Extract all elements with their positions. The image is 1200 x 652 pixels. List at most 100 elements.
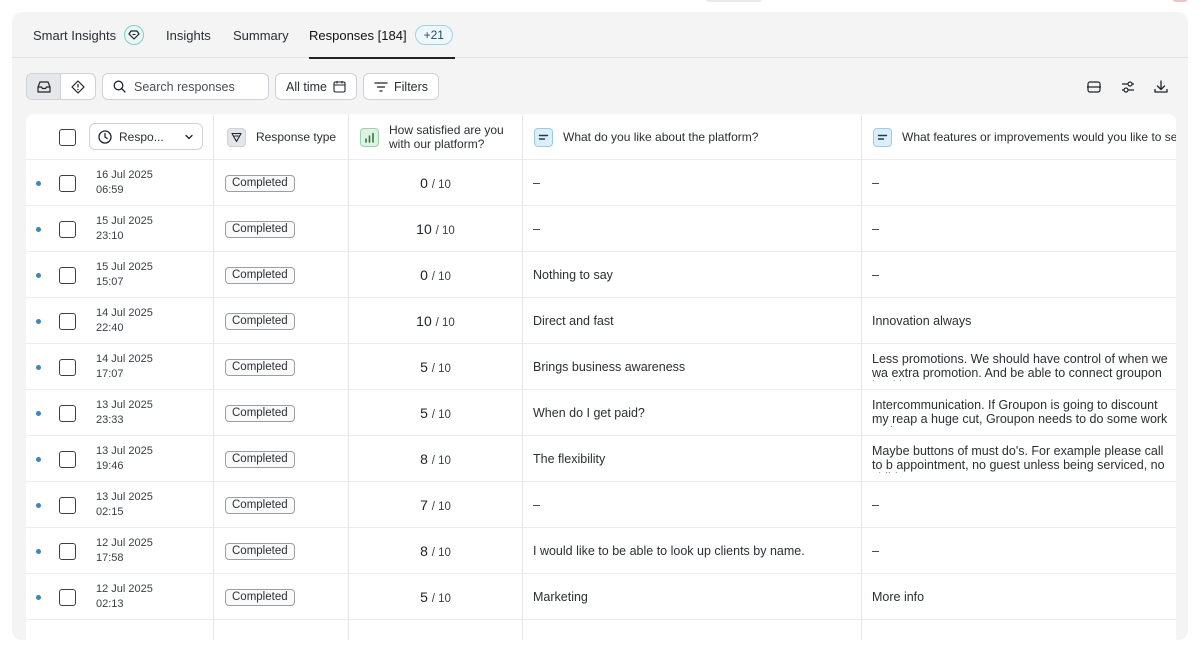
clock-icon (98, 129, 112, 144)
unread-dot (36, 365, 41, 370)
like-answer: The flexibility (533, 452, 606, 466)
status-badge: Completed (225, 496, 295, 514)
like-answer-cell: Brings business awareness (533, 344, 853, 390)
improve-answer: Innovation always (872, 314, 972, 328)
status-badge: Completed (225, 588, 295, 606)
toolbar: All time Filters (12, 58, 1188, 114)
score-denominator: / 10 (431, 409, 451, 421)
improve-answer: Less promotions. We should have control … (872, 353, 1168, 381)
row-checkbox[interactable] (59, 496, 76, 514)
tab-insights[interactable]: Insights (166, 12, 211, 58)
improve-answer-cell: More info (872, 574, 1176, 620)
like-answer-cell: – (533, 482, 853, 528)
tab-bar: Smart Insights Insights Summary Response… (12, 12, 1188, 59)
table-header: Respo... Response type How satisfied are… (26, 114, 1176, 160)
row-select-cell (59, 528, 76, 574)
tab-summary[interactable]: Summary (233, 12, 289, 58)
unread-dot (36, 411, 41, 416)
header-response-type-label: Response type (256, 130, 337, 144)
like-answer: Nothing to say (533, 268, 613, 282)
submitted-at-cell: 13 Jul 2025 23:33 (96, 390, 211, 436)
filters-button[interactable]: Filters (363, 73, 440, 100)
alert-view-button[interactable] (61, 74, 95, 99)
response-type-cell: Completed (225, 206, 295, 252)
table-row[interactable]: 12 Jul 2025 02:13 Completed 5 / 10 Marketing… (26, 574, 1176, 620)
improve-answer-cell: Innovation always (872, 298, 1176, 344)
status-badge: Completed (225, 266, 295, 284)
row-checkbox[interactable] (59, 404, 76, 422)
score-value: 10 (416, 221, 432, 237)
table-row[interactable]: 12 Jul 2025 17:58 Completed 8 / 10 I would l… (26, 528, 1176, 574)
like-answer: – (533, 498, 540, 512)
settings-sliders-icon[interactable] (1120, 79, 1136, 95)
tab-responses[interactable]: Responses [184] +21 (309, 12, 455, 59)
text-question-icon (534, 127, 553, 147)
row-checkbox[interactable] (59, 220, 76, 238)
chevron-down-icon (185, 134, 193, 139)
response-date: 16 Jul 2025 (96, 169, 153, 181)
improve-answer-cell: Less promotions. We should have control … (872, 344, 1176, 390)
header-response-type[interactable]: Response type (227, 114, 345, 160)
improve-answer-cell: – (872, 252, 1176, 298)
select-all-checkbox[interactable] (59, 128, 76, 146)
satisfaction-cell: 7 / 10 (349, 482, 522, 528)
satisfaction-cell: 5 / 10 (349, 344, 522, 390)
search-box[interactable] (102, 73, 269, 100)
response-date: 12 Jul 2025 (96, 537, 153, 549)
row-checkbox[interactable] (59, 174, 76, 192)
responses-panel: Smart Insights Insights Summary Response… (12, 12, 1188, 640)
row-select-cell (59, 206, 76, 252)
sort-column-select[interactable]: Respo... (89, 123, 203, 150)
table-row[interactable]: 16 Jul 2025 06:59 Completed 0 / 10– – (26, 160, 1176, 206)
date-range-button[interactable]: All time (275, 73, 357, 100)
submitted-at-cell: 14 Jul 2025 22:40 (96, 298, 211, 344)
improve-answer-cell: – (872, 160, 1176, 206)
like-answer: I would like to be able to look up clien… (533, 544, 805, 558)
row-checkbox[interactable] (59, 266, 76, 284)
like-answer-cell: I would like to be able to look up clien… (533, 528, 853, 574)
table-row[interactable]: 13 Jul 2025 19:46 Completed 8 / 10 The flexi… (26, 436, 1176, 482)
table-row[interactable]: 13 Jul 2025 23:33 Completed 5 / 10 When do I… (26, 390, 1176, 436)
table-row[interactable]: 15 Jul 2025 23:10 Completed 10 / 10– – (26, 206, 1176, 252)
table-row[interactable]: 14 Jul 2025 17:07 Completed 5 / 10 Brings bu… (26, 344, 1176, 390)
header-improve-label: What features or improvements would you … (902, 130, 1176, 144)
like-answer-cell: The flexibility (533, 436, 853, 482)
response-time: 02:15 (96, 506, 124, 518)
row-select-cell (59, 436, 76, 482)
score-denominator: / 10 (431, 501, 451, 513)
column-width-icon[interactable] (1086, 79, 1102, 95)
score-value: 5 (420, 405, 428, 421)
row-select-cell (59, 574, 76, 620)
table-row[interactable]: 15 Jul 2025 15:07 Completed 0 / 10 Nothing t… (26, 252, 1176, 298)
improve-answer-cell: Intercommunication. If Groupon is going … (872, 390, 1176, 436)
tab-smart-insights[interactable]: Smart Insights (33, 12, 145, 58)
filters-label: Filters (394, 79, 429, 94)
unread-dot (36, 319, 41, 324)
row-checkbox[interactable] (59, 312, 76, 330)
score-denominator: / 10 (435, 225, 455, 237)
status-badge: Completed (225, 404, 295, 422)
table-row[interactable]: 13 Jul 2025 02:15 Completed 7 / 10– – (26, 482, 1176, 528)
header-improve[interactable]: What features or improvements would you … (873, 114, 1176, 160)
response-date: 12 Jul 2025 (96, 583, 153, 595)
header-like[interactable]: What do you like about the platform? (534, 114, 859, 160)
row-checkbox[interactable] (59, 588, 76, 606)
row-checkbox[interactable] (59, 358, 76, 376)
like-answer-cell: Direct and fast (533, 298, 853, 344)
improve-answer-cell: – (872, 482, 1176, 528)
table-row[interactable]: 14 Jul 2025 22:40 Completed 10 / 10 Direct a… (26, 298, 1176, 344)
search-input[interactable] (134, 79, 254, 94)
notification-dot (1172, 0, 1188, 2)
download-icon[interactable] (1153, 79, 1169, 95)
score-denominator: / 10 (431, 455, 451, 467)
score-denominator: / 10 (431, 179, 451, 191)
score-value: 8 (420, 451, 428, 467)
improve-answer: – (872, 498, 879, 512)
row-checkbox[interactable] (59, 450, 76, 468)
like-answer-cell: – (533, 160, 853, 206)
inbox-view-button[interactable] (27, 74, 62, 99)
improve-answer: Intercommunication. If Groupon is going … (872, 399, 1168, 427)
header-satisfaction[interactable]: How satisfied are you with our platform? (360, 114, 520, 160)
row-checkbox[interactable] (59, 542, 76, 560)
response-type-cell: Completed (225, 298, 295, 344)
